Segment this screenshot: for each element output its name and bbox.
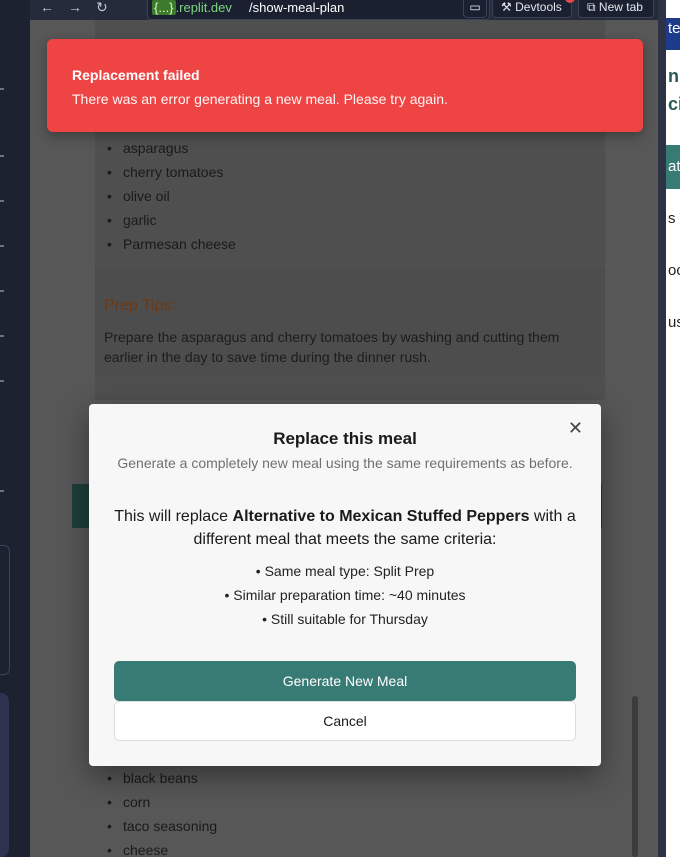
right-panel-fragment: nr: [668, 66, 680, 86]
right-panel: te nr ci at s V oc us: [658, 0, 680, 857]
rail-marker: [0, 335, 4, 337]
back-icon[interactable]: ←: [40, 0, 54, 14]
error-toast[interactable]: Replacement failed There was an error ge…: [47, 39, 643, 132]
url-bar[interactable]: {...}.replit.dev /show-meal-plan →: [147, 0, 490, 20]
generate-new-meal-button[interactable]: Generate New Meal: [114, 661, 576, 701]
rail-marker: [0, 155, 4, 157]
device-preview-button[interactable]: ▭: [463, 0, 487, 18]
right-panel-fragment: te: [668, 20, 680, 37]
external-link-icon: ⧉: [587, 0, 596, 14]
devtools-label: Devtools: [515, 0, 562, 14]
dialog-subtitle: Generate a completely new meal using the…: [117, 455, 573, 471]
description-prefix: This will replace: [114, 508, 233, 525]
browser-toolbar: ← → ↻ {...}.replit.dev /show-meal-plan →…: [30, 0, 658, 20]
replace-meal-dialog: ✕ Replace this meal Generate a completel…: [89, 404, 601, 766]
rail-marker: [0, 200, 4, 202]
prep-tips-text: Prepare the asparagus and cherry tomatoe…: [104, 329, 560, 365]
ingredient-item: olive oil: [107, 188, 170, 204]
url-path: /show-meal-plan: [249, 0, 345, 15]
new-tab-button[interactable]: ⧉ New tab: [578, 0, 654, 18]
notification-badge: [565, 0, 575, 3]
reload-icon[interactable]: ↻: [96, 0, 108, 14]
monitor-icon: ▭: [469, 0, 481, 14]
rail-marker: [0, 380, 4, 382]
ingredient-item: asparagus: [107, 140, 188, 156]
toast-message: There was an error generating a new meal…: [72, 91, 448, 107]
rail-marker: [0, 490, 4, 492]
ingredient-item: black beans: [107, 770, 198, 786]
rail-panel: [0, 693, 9, 857]
criteria-item: • Still suitable for Thursday: [262, 611, 428, 627]
devtools-button[interactable]: ⚒ Devtools: [492, 0, 575, 18]
wrench-icon: ⚒: [501, 0, 512, 14]
rail-panel: [0, 545, 10, 675]
right-panel-fragment: at: [668, 158, 680, 175]
cancel-button[interactable]: Cancel: [114, 701, 576, 741]
toast-title: Replacement failed: [72, 67, 200, 83]
url-domain: {...} .replit.dev: [152, 0, 232, 15]
rail-marker: [0, 245, 4, 247]
scrollbar[interactable]: [632, 696, 638, 857]
meal-name: Alternative to Mexican Stuffed Peppers: [232, 508, 530, 525]
ingredient-item: Parmesan cheese: [107, 236, 236, 252]
right-panel-fragment: us: [668, 314, 680, 331]
ingredient-item: cheese: [107, 842, 168, 857]
right-panel-fragment: ci: [668, 94, 680, 114]
criteria-item: • Same meal type: Split Prep: [255, 563, 435, 579]
right-panel-fragment: s V: [668, 210, 680, 227]
new-tab-label: New tab: [598, 0, 643, 14]
ingredient-item: cherry tomatoes: [107, 164, 223, 180]
rail-marker: [0, 290, 4, 292]
forward-icon[interactable]: →: [68, 0, 82, 14]
dialog-description: This will replace Alternative to Mexican…: [109, 505, 581, 551]
ingredient-item: taco seasoning: [107, 818, 217, 834]
rail-marker: [0, 88, 4, 90]
criteria-item: • Similar preparation time: ~40 minutes: [224, 587, 466, 603]
ingredient-item: garlic: [107, 212, 157, 228]
right-panel-fragment: oc: [668, 262, 680, 279]
prep-tips-title: Prep Tips:: [104, 297, 177, 314]
left-sidebar-rail: [0, 0, 31, 857]
dialog-title: Replace this meal: [273, 429, 417, 448]
ingredient-item: corn: [107, 794, 150, 810]
